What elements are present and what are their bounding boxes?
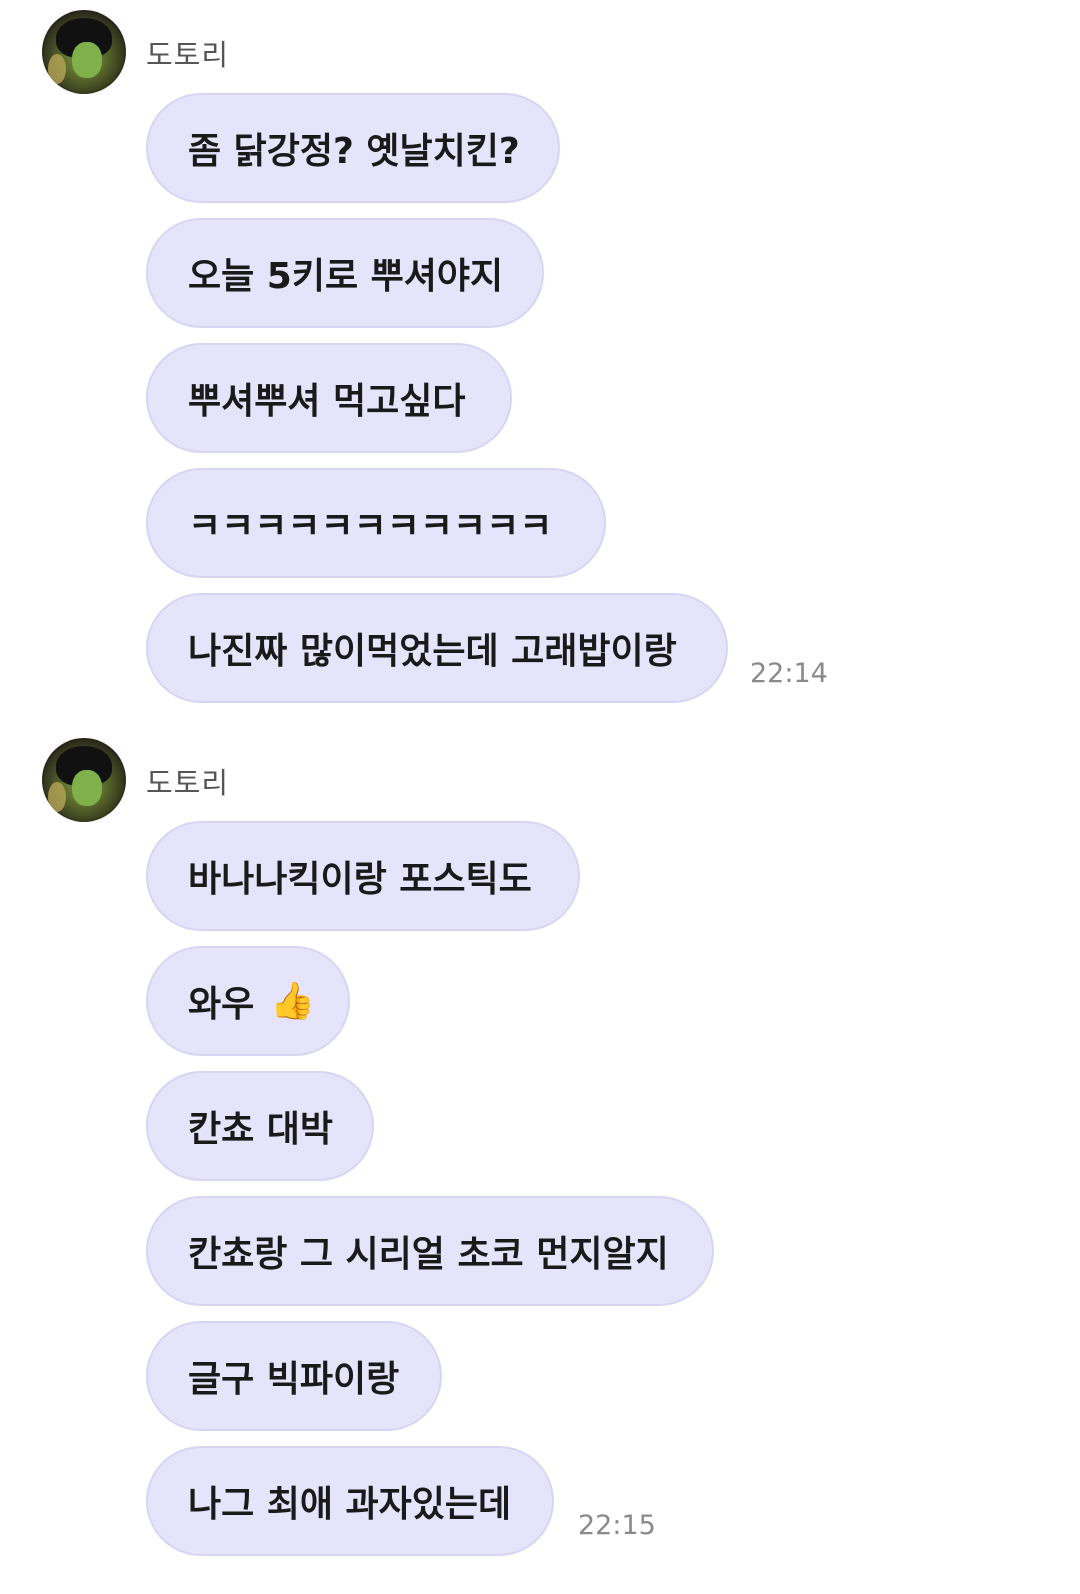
- message-text: 바나나킥이랑 포스틱도: [188, 859, 532, 900]
- message-bubble[interactable]: 뿌셔뿌셔 먹고싶다: [146, 343, 512, 453]
- message-bubble[interactable]: 좀 닭강정? 옛날치킨?: [146, 93, 560, 203]
- avatar-face: [72, 770, 102, 806]
- message-text: 나진짜 많이먹었는데 고래밥이랑: [188, 631, 677, 672]
- avatar[interactable]: [42, 738, 126, 822]
- message-bubble[interactable]: 와우 👍: [146, 946, 350, 1056]
- message-text: 와우: [188, 984, 255, 1025]
- message-text: 칸쵸랑 그 시리얼 초코 먼지알지: [188, 1234, 669, 1275]
- sender-name: 도토리: [146, 38, 230, 72]
- message-text: 글구 빅파이랑: [188, 1359, 400, 1400]
- message-bubble[interactable]: 칸쵸 대박: [146, 1071, 374, 1181]
- thumbs-up-icon: 👍: [270, 981, 316, 1022]
- message-text: 좀 닭강정? 옛날치킨?: [188, 131, 520, 172]
- avatar-glow: [48, 782, 66, 812]
- avatar-glow: [48, 54, 66, 84]
- message-bubble[interactable]: 나진짜 많이먹었는데 고래밥이랑: [146, 593, 728, 703]
- avatar[interactable]: [42, 10, 126, 94]
- message-text: ㅋㅋㅋㅋㅋㅋㅋㅋㅋㅋㅋ: [188, 506, 553, 547]
- message-bubble[interactable]: 칸쵸랑 그 시리얼 초코 먼지알지: [146, 1196, 714, 1306]
- message-timestamp: 22:14: [750, 658, 828, 689]
- message-text: 오늘 5키로 뿌셔야지: [188, 256, 504, 297]
- avatar-face: [72, 42, 102, 78]
- message-bubble[interactable]: 오늘 5키로 뿌셔야지: [146, 218, 544, 328]
- sender-name: 도토리: [146, 766, 230, 800]
- message-text: 나그 최애 과자있는데: [188, 1484, 512, 1525]
- message-bubble[interactable]: ㅋㅋㅋㅋㅋㅋㅋㅋㅋㅋㅋ: [146, 468, 606, 578]
- message-text: 뿌셔뿌셔 먹고싶다: [188, 381, 466, 422]
- message-bubble[interactable]: 바나나킥이랑 포스틱도: [146, 821, 580, 931]
- message-bubble[interactable]: 나그 최애 과자있는데: [146, 1446, 554, 1556]
- message-timestamp: 22:15: [578, 1510, 656, 1541]
- message-text: 칸쵸 대박: [188, 1109, 334, 1150]
- message-bubble[interactable]: 글구 빅파이랑: [146, 1321, 442, 1431]
